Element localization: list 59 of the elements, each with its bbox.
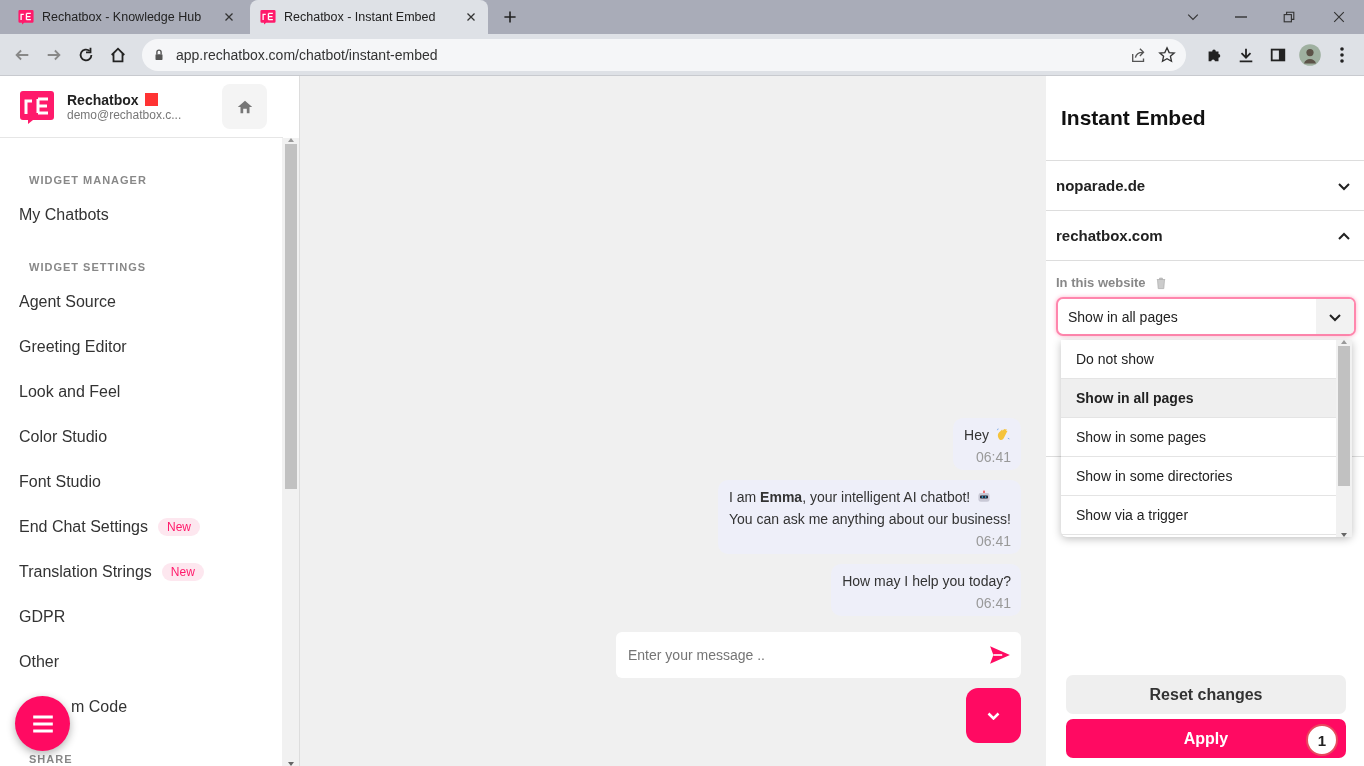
nav-item[interactable]: Agent Source bbox=[19, 292, 116, 311]
scroll-down-arrow-icon[interactable] bbox=[287, 762, 294, 766]
nav-item[interactable]: m Code bbox=[71, 697, 128, 716]
star-icon bbox=[1158, 45, 1176, 64]
nav-item[interactable]: End Chat Settings bbox=[19, 517, 148, 536]
account-email: demo@rechatbox.c... bbox=[67, 107, 182, 122]
robot-icon bbox=[976, 489, 993, 505]
dropdown-option[interactable]: Show in all pages bbox=[1061, 379, 1336, 418]
nav-item[interactable]: My Chatbots bbox=[19, 205, 109, 224]
section-heading: WIDGET SETTINGS bbox=[28, 260, 148, 275]
menu-fab[interactable] bbox=[15, 696, 70, 751]
favicon-icon bbox=[18, 9, 34, 25]
scroll-down-button[interactable] bbox=[966, 688, 1021, 743]
plus-icon bbox=[502, 9, 518, 25]
new-badge: New bbox=[161, 562, 204, 581]
close-icon bbox=[1331, 9, 1347, 25]
nav-item[interactable]: Other bbox=[19, 652, 59, 671]
message-time: 06:41 bbox=[975, 449, 1011, 465]
avatar-icon bbox=[1298, 42, 1322, 67]
new-badge: New bbox=[157, 517, 200, 536]
send-icon bbox=[989, 644, 1011, 666]
message-text: I am Emma, your intelligent AI chatbot! bbox=[729, 489, 971, 505]
nav-item[interactable]: Look and Feel bbox=[19, 382, 121, 401]
brand-logo-icon bbox=[19, 88, 55, 125]
message-time: 06:41 bbox=[975, 533, 1011, 549]
section-heading: SHARE bbox=[28, 752, 74, 766]
nav-item[interactable]: Color Studio bbox=[19, 427, 108, 446]
scroll-up-arrow-icon[interactable] bbox=[287, 138, 294, 142]
reload-icon bbox=[77, 45, 95, 64]
home-icon bbox=[109, 45, 127, 64]
favicon-icon bbox=[260, 9, 276, 25]
section-heading: WIDGET MANAGER bbox=[28, 173, 148, 188]
chevron-down-icon bbox=[987, 711, 1000, 720]
browser-tab[interactable]: Rechatbox - Instant Embed bbox=[250, 0, 488, 34]
nav-item[interactable]: GDPR bbox=[19, 607, 66, 626]
nav-item[interactable]: Greeting Editor bbox=[19, 337, 127, 356]
scrollbar[interactable] bbox=[282, 138, 299, 766]
scroll-up-arrow-icon[interactable] bbox=[1341, 340, 1347, 344]
kebab-menu-icon bbox=[1340, 46, 1344, 63]
message-text: You can ask me anything about our business! bbox=[729, 511, 1011, 527]
status-square-icon bbox=[144, 93, 158, 106]
scroll-down-arrow-icon[interactable] bbox=[1341, 533, 1347, 537]
restore-icon bbox=[1281, 9, 1297, 25]
brand-name: Rechatbox bbox=[67, 91, 139, 108]
visibility-select[interactable]: Show in all pages bbox=[1056, 297, 1356, 336]
reset-button[interactable]: Reset changes bbox=[1066, 675, 1346, 714]
url-text: app.rechatbox.com/chatbot/instant-embed bbox=[176, 46, 439, 63]
nav-item[interactable]: Font Studio bbox=[19, 472, 101, 491]
message-text: Hey bbox=[964, 427, 989, 443]
browser-tab[interactable]: Rechatbox - Knowledge Hub bbox=[8, 0, 246, 34]
panel-title: Instant Embed bbox=[1060, 105, 1207, 131]
nav-item[interactable]: Translation Strings bbox=[19, 562, 152, 581]
scrollbar[interactable] bbox=[1336, 340, 1352, 537]
message-time: 06:41 bbox=[975, 595, 1011, 611]
message-text: How may I help you today? bbox=[842, 573, 1011, 589]
address-bar[interactable]: app.rechatbox.com/chatbot/instant-embed bbox=[142, 38, 1186, 71]
message-field[interactable]: Enter your message .. bbox=[616, 632, 1021, 678]
minimize-icon bbox=[1235, 16, 1247, 18]
field-label: In this website bbox=[1056, 275, 1146, 290]
